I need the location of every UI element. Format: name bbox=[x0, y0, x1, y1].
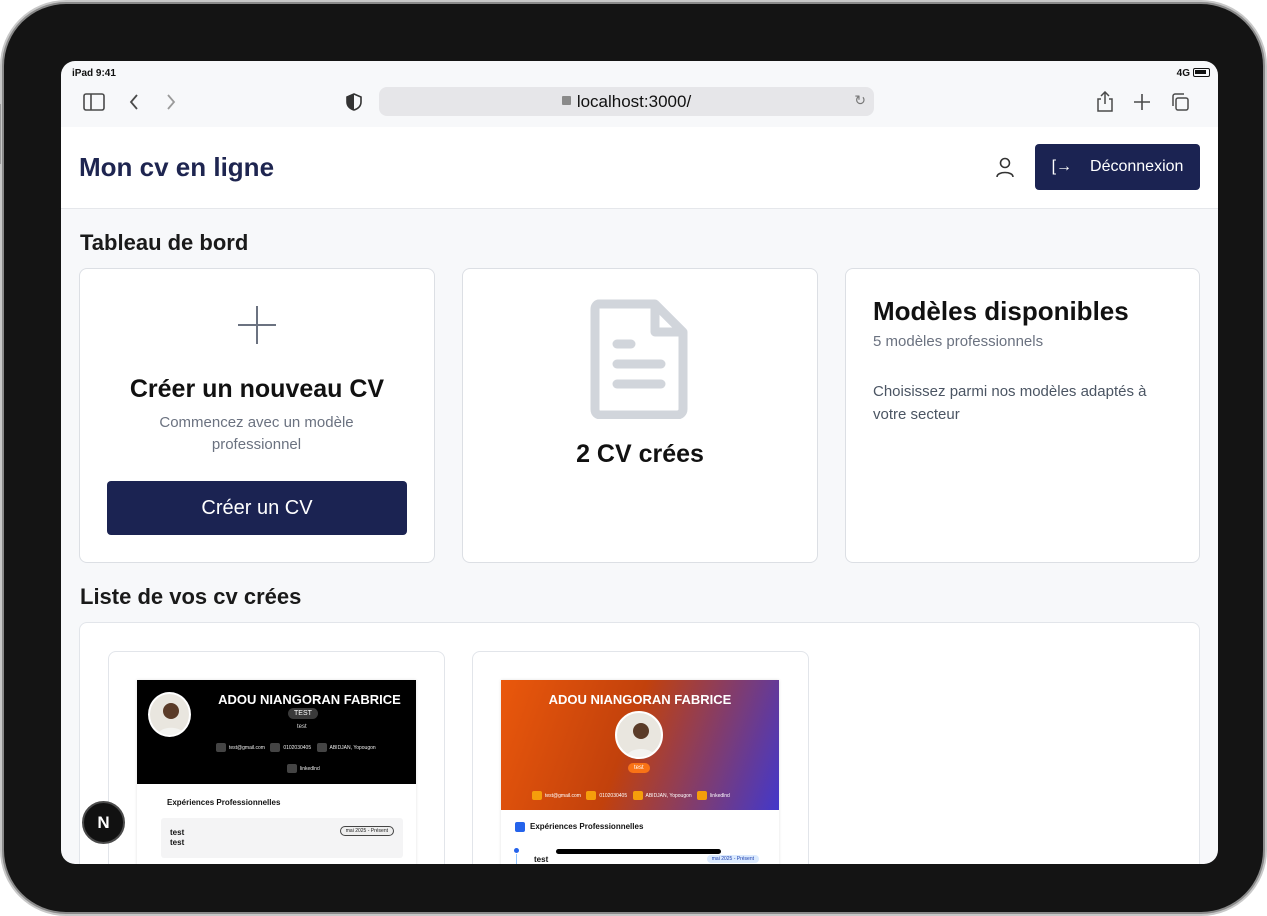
cv-count-text: 2 CV crées bbox=[576, 440, 704, 468]
location-icon bbox=[632, 791, 643, 800]
cv-exp-date: mai 2025 - Présent bbox=[706, 855, 759, 863]
models-description: Choisissez parmi nos modèles adaptés à v… bbox=[873, 383, 1147, 423]
user-icon[interactable] bbox=[994, 156, 1016, 180]
new-tab-icon[interactable] bbox=[1129, 89, 1155, 115]
status-time: iPad 9:41 bbox=[72, 68, 116, 79]
cv-card[interactable]: ADOU NIANGORAN FABRICE TEST test test@gm… bbox=[108, 651, 445, 864]
battery-icon bbox=[1193, 68, 1210, 77]
create-cv-card: Créer un nouveau CV Commencez avec un mo… bbox=[79, 268, 435, 563]
app-header: Mon cv en ligne [→ Déconnexion bbox=[61, 127, 1218, 209]
lock-icon bbox=[561, 96, 571, 105]
cv-exp-company: test bbox=[170, 838, 185, 847]
timeline-line bbox=[516, 854, 517, 864]
cv-section-title: Expériences Professionnelles bbox=[167, 798, 281, 807]
phone-icon bbox=[586, 791, 597, 800]
cv-preview: ADOU NIANGORAN FABRICE TEST test test@gm… bbox=[137, 680, 416, 864]
back-icon[interactable] bbox=[121, 89, 147, 115]
models-subtitle: 5 modèles professionnels bbox=[873, 333, 1044, 350]
cv-list-panel: ADOU NIANGORAN FABRICE TEST test test@gm… bbox=[79, 622, 1200, 864]
create-card-title: Créer un nouveau CV bbox=[129, 375, 385, 403]
cv-section-title: Expériences Professionnelles bbox=[515, 822, 643, 832]
document-icon bbox=[589, 299, 689, 420]
status-bar: iPad 9:41 4G bbox=[61, 61, 1218, 83]
cv-card[interactable]: ADOU NIANGORAN FABRICE test test@gmail.c… bbox=[472, 651, 809, 864]
cv-email: test@gmail.com bbox=[229, 744, 265, 751]
device-frame: iPad 9:41 4G localhost:3000/ ↻ Mon cv en… bbox=[0, 4, 1263, 912]
cv-experience: test test mai 2025 - Présent bbox=[161, 818, 403, 858]
cv-exp-title: test bbox=[170, 828, 185, 837]
cv-exp-title: test bbox=[534, 855, 549, 864]
cv-location: ABIDJAN, Yopougon bbox=[329, 744, 376, 751]
tabs-icon[interactable] bbox=[1167, 89, 1193, 115]
cv-list-title: Liste de vos cv crées bbox=[80, 584, 302, 609]
app-title[interactable]: Mon cv en ligne bbox=[79, 152, 274, 183]
models-title: Modèles disponibles bbox=[873, 296, 1129, 326]
home-indicator bbox=[556, 849, 721, 854]
logout-label: Déconnexion bbox=[1090, 158, 1184, 175]
phone-icon bbox=[270, 743, 281, 752]
shield-icon[interactable] bbox=[341, 89, 367, 115]
profile-photo bbox=[615, 711, 663, 759]
cv-exp-date: mai 2025 - Présent bbox=[339, 826, 394, 836]
cv-linkedin: linkedlnd bbox=[300, 765, 320, 772]
cv-name: ADOU NIANGORAN FABRICE bbox=[218, 692, 401, 707]
cv-badge: test bbox=[628, 763, 650, 773]
cv-linkedin-row: linkedlnd bbox=[283, 764, 320, 773]
cv-header: ADOU NIANGORAN FABRICE test test@gmail.c… bbox=[501, 680, 779, 810]
network-indicator: 4G bbox=[1176, 68, 1190, 79]
cv-phone: 0102030405 bbox=[599, 792, 628, 799]
url-text: localhost:3000/ bbox=[576, 91, 692, 111]
mail-icon bbox=[532, 791, 542, 800]
side-button bbox=[0, 104, 1, 164]
create-cv-button[interactable]: Créer un CV bbox=[107, 481, 407, 535]
cv-phone: 0102030405 bbox=[283, 744, 312, 751]
browser-toolbar: localhost:3000/ ↻ bbox=[61, 83, 1218, 127]
cv-name: ADOU NIANGORAN FABRICE bbox=[548, 692, 732, 707]
cv-subtitle: test bbox=[297, 724, 307, 730]
dashboard-title: Tableau de bord bbox=[80, 230, 249, 255]
address-bar[interactable]: localhost:3000/ ↻ bbox=[379, 87, 874, 116]
models-card: Modèles disponibles 5 modèles profession… bbox=[845, 268, 1200, 563]
timeline-dot bbox=[514, 848, 519, 853]
briefcase-icon bbox=[515, 822, 525, 832]
reload-icon[interactable]: ↻ bbox=[854, 92, 866, 109]
screen: iPad 9:41 4G localhost:3000/ ↻ Mon cv en… bbox=[61, 61, 1218, 864]
location-icon bbox=[316, 743, 327, 752]
create-card-subtitle: Commencez avec un modèle professionnel bbox=[159, 414, 354, 453]
cv-contacts: test@gmail.com 0102030405 ABIDJAN, Yopou… bbox=[212, 743, 376, 752]
linkedin-icon bbox=[697, 791, 708, 800]
plus-icon bbox=[238, 306, 276, 344]
logout-button[interactable]: [→ Déconnexion bbox=[1035, 144, 1200, 190]
logout-icon: [→ bbox=[1051, 158, 1073, 175]
share-icon[interactable] bbox=[1092, 89, 1118, 115]
mail-icon bbox=[216, 743, 226, 752]
cv-count-card: 2 CV crées bbox=[462, 268, 818, 563]
cv-badge: TEST bbox=[288, 708, 318, 719]
cv-email: test@gmail.com bbox=[545, 792, 581, 799]
nextjs-dev-badge[interactable]: N bbox=[82, 801, 125, 844]
cv-header: ADOU NIANGORAN FABRICE TEST test test@gm… bbox=[137, 680, 416, 784]
linkedin-icon bbox=[287, 764, 297, 773]
cv-contacts: test@gmail.com 0102030405 ABIDJAN, Yopou… bbox=[528, 791, 730, 800]
forward-icon[interactable] bbox=[158, 89, 184, 115]
cv-location: ABIDJAN, Yopougon bbox=[645, 792, 692, 799]
cv-preview: ADOU NIANGORAN FABRICE test test@gmail.c… bbox=[501, 680, 779, 864]
sidebar-icon[interactable] bbox=[81, 89, 107, 115]
cv-section-label: Expériences Professionnelles bbox=[530, 822, 644, 832]
cv-linkedin: linkedlnd bbox=[710, 792, 730, 799]
